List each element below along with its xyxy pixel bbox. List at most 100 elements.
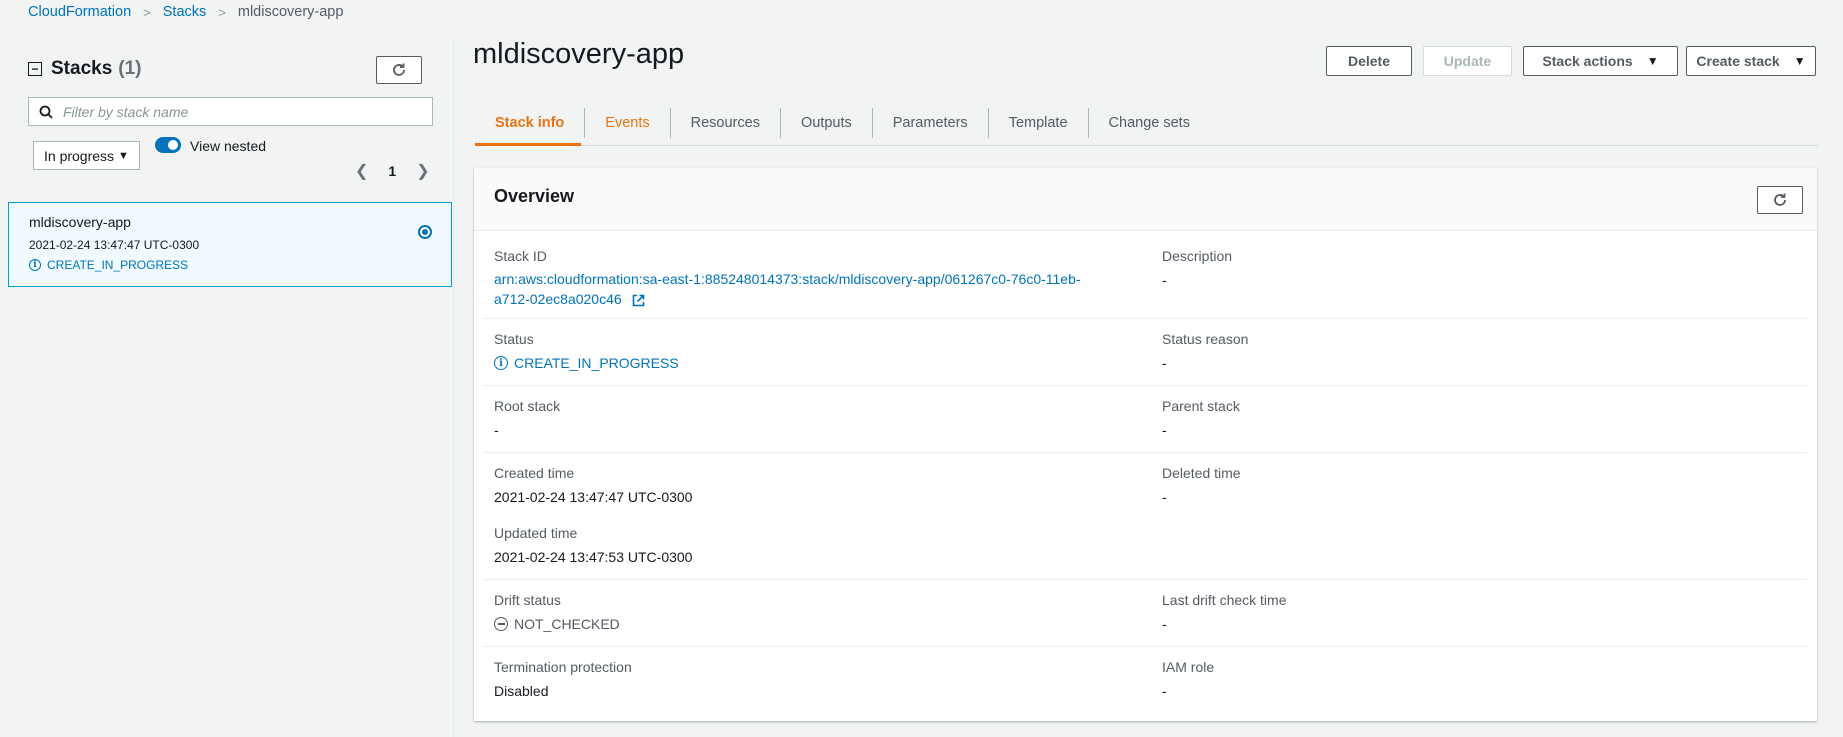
deleted-time-value: - bbox=[1162, 489, 1167, 505]
stack-actions-label: Stack actions bbox=[1542, 53, 1633, 69]
next-page-icon[interactable]: ❯ bbox=[416, 161, 429, 181]
description-field: Description - bbox=[1162, 248, 1232, 288]
stacks-refresh-button[interactable] bbox=[376, 56, 422, 84]
search-icon bbox=[39, 105, 53, 119]
caret-down-icon: ▼ bbox=[1646, 54, 1659, 68]
last-drift-field: Last drift check time - bbox=[1162, 592, 1287, 632]
description-value: - bbox=[1162, 272, 1167, 288]
row-root-stack: Root stack - Parent stack - bbox=[484, 386, 1807, 453]
stacks-panel-title: − Stacks (1) bbox=[28, 58, 142, 80]
create-stack-button[interactable]: Create stack ▼ bbox=[1686, 46, 1816, 76]
status-filter-value: In progress bbox=[44, 147, 115, 164]
tab-stack-info[interactable]: Stack info bbox=[475, 108, 584, 138]
stack-id-link[interactable]: arn:aws:cloudformation:sa-east-1:8852480… bbox=[494, 269, 1081, 309]
last-drift-value: - bbox=[1162, 616, 1167, 632]
search-input[interactable] bbox=[61, 102, 405, 121]
stack-select-radio[interactable] bbox=[418, 225, 432, 239]
overview-panel: Overview Stack ID arn:aws:cloudformation… bbox=[474, 168, 1817, 721]
page-title: mldiscovery-app bbox=[473, 38, 685, 70]
previous-page-icon[interactable]: ❮ bbox=[355, 161, 368, 181]
status-reason-field: Status reason - bbox=[1162, 331, 1248, 371]
overview-refresh-button[interactable] bbox=[1757, 186, 1803, 214]
update-button-label: Update bbox=[1443, 53, 1492, 69]
status-filter-select[interactable]: In progress ▼ bbox=[33, 141, 140, 170]
current-page[interactable]: 1 bbox=[388, 163, 396, 179]
iam-role-value: - bbox=[1162, 683, 1167, 699]
root-stack-field: Root stack - bbox=[494, 398, 560, 438]
overview-title: Overview bbox=[494, 186, 575, 206]
not-checked-icon bbox=[494, 617, 508, 631]
drift-status-value: NOT_CHECKED bbox=[494, 616, 620, 632]
chevron-right-icon: > bbox=[143, 4, 151, 20]
stack-id-label: Stack ID bbox=[494, 248, 547, 264]
stack-search-field[interactable] bbox=[28, 97, 433, 126]
breadcrumb: CloudFormation > Stacks > mldiscovery-ap… bbox=[28, 1, 343, 23]
refresh-icon bbox=[393, 63, 405, 76]
stack-id-line1: arn:aws:cloudformation:sa-east-1:8852480… bbox=[494, 271, 1081, 287]
deleted-time-field: Deleted time - bbox=[1162, 465, 1241, 505]
tab-change-sets[interactable]: Change sets bbox=[1087, 107, 1210, 138]
tab-outputs[interactable]: Outputs bbox=[779, 107, 872, 138]
drift-status-label: Drift status bbox=[494, 592, 561, 608]
created-time-label: Created time bbox=[494, 465, 575, 481]
tab-bar: Stack info Events Resources Outputs Para… bbox=[475, 100, 1210, 145]
caret-down-icon: ▼ bbox=[118, 149, 129, 162]
created-time-field: Created time 2021-02-24 13:47:47 UTC-030… bbox=[494, 465, 692, 505]
stack-status-text: CREATE_IN_PROGRESS bbox=[47, 258, 189, 272]
view-nested-label: View nested bbox=[190, 138, 267, 154]
stack-list-item[interactable]: mldiscovery-app 2021-02-24 13:47:47 UTC-… bbox=[8, 202, 452, 287]
info-icon: i bbox=[29, 259, 41, 271]
delete-button-label: Delete bbox=[1347, 53, 1391, 69]
active-tab-indicator bbox=[475, 143, 581, 146]
iam-role-label: IAM role bbox=[1162, 659, 1215, 675]
status-text: CREATE_IN_PROGRESS bbox=[514, 355, 679, 371]
chevron-right-icon: > bbox=[218, 4, 226, 20]
collapse-icon[interactable]: − bbox=[28, 62, 42, 76]
breadcrumb-current: mldiscovery-app bbox=[237, 4, 344, 20]
termination-value: Disabled bbox=[494, 683, 549, 699]
stack-id-line2: a712-02ec8a020c46 bbox=[494, 291, 622, 307]
row-termination: Termination protection Disabled IAM role… bbox=[484, 647, 1807, 713]
parent-stack-field: Parent stack - bbox=[1162, 398, 1240, 438]
tab-parameters[interactable]: Parameters bbox=[871, 107, 988, 138]
updated-time-label: Updated time bbox=[494, 525, 578, 541]
status-field: Status i CREATE_IN_PROGRESS bbox=[494, 331, 679, 371]
drift-status-text: NOT_CHECKED bbox=[514, 616, 620, 632]
root-stack-label: Root stack bbox=[494, 398, 561, 414]
updated-time-value: 2021-02-24 13:47:53 UTC-0300 bbox=[494, 549, 693, 565]
row-drift: Drift status NOT_CHECKED Last drift chec… bbox=[484, 580, 1807, 647]
external-link-icon bbox=[632, 294, 644, 307]
drift-status-field: Drift status NOT_CHECKED bbox=[494, 592, 620, 632]
row-stack-id: Stack ID arn:aws:cloudformation:sa-east-… bbox=[484, 231, 1807, 319]
update-button[interactable]: Update bbox=[1423, 46, 1512, 76]
last-drift-label: Last drift check time bbox=[1162, 592, 1287, 608]
create-stack-label: Create stack bbox=[1696, 53, 1780, 69]
parent-stack-value: - bbox=[1162, 422, 1167, 438]
tab-resources[interactable]: Resources bbox=[669, 107, 780, 138]
parent-stack-label: Parent stack bbox=[1162, 398, 1240, 414]
refresh-icon bbox=[1774, 193, 1786, 206]
caret-down-icon: ▼ bbox=[1793, 54, 1806, 68]
status-reason-label: Status reason bbox=[1162, 331, 1249, 347]
tab-events[interactable]: Events bbox=[584, 107, 669, 138]
stack-status: i CREATE_IN_PROGRESS bbox=[29, 258, 188, 272]
status-value: i CREATE_IN_PROGRESS bbox=[494, 355, 679, 371]
delete-button[interactable]: Delete bbox=[1326, 46, 1412, 76]
termination-label: Termination protection bbox=[494, 659, 632, 675]
status-label: Status bbox=[494, 331, 534, 347]
breadcrumb-stacks[interactable]: Stacks bbox=[163, 4, 207, 20]
view-nested-toggle[interactable] bbox=[155, 137, 181, 153]
panel-divider bbox=[453, 37, 454, 737]
description-label: Description bbox=[1162, 248, 1233, 264]
stack-actions-button[interactable]: Stack actions ▼ bbox=[1523, 46, 1678, 76]
root-stack-value: - bbox=[494, 422, 499, 438]
row-status: Status i CREATE_IN_PROGRESS Status reaso… bbox=[484, 319, 1807, 386]
overview-header: Overview bbox=[474, 168, 1817, 231]
stack-name: mldiscovery-app bbox=[29, 214, 131, 230]
pagination: ❮ 1 ❯ bbox=[355, 161, 430, 181]
tab-template[interactable]: Template bbox=[987, 107, 1088, 138]
stacks-count: (1) bbox=[118, 58, 142, 79]
breadcrumb-cloudformation[interactable]: CloudFormation bbox=[28, 4, 131, 20]
tab-divider bbox=[475, 145, 1818, 146]
stack-time: 2021-02-24 13:47:47 UTC-0300 bbox=[29, 238, 200, 252]
